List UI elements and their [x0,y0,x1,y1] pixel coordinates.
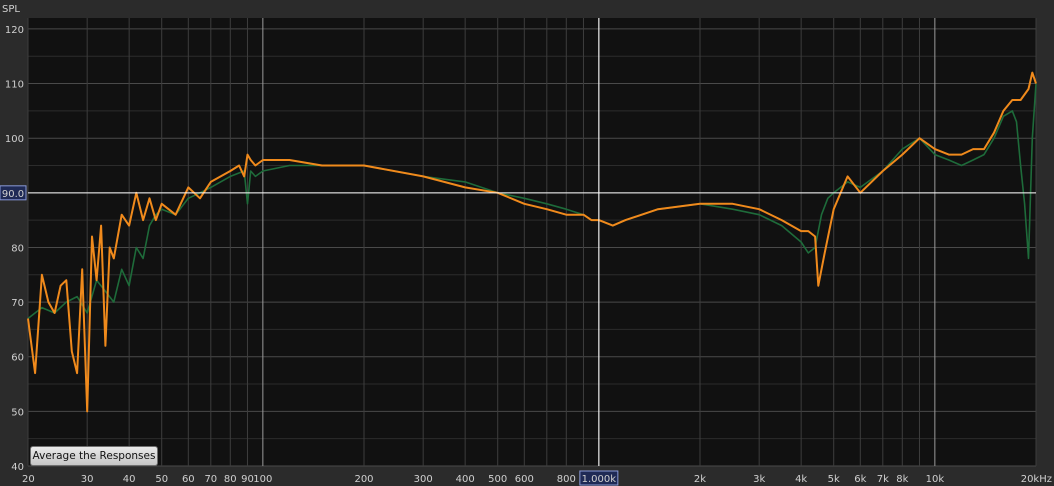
x-tick-label: 40 [123,474,136,485]
cursor-y-readout: 90.0 [2,189,24,200]
x-tick-label: 5k [828,474,840,485]
x-tick-label: 8k [896,474,908,485]
x-tick-label: 2k [694,474,706,485]
x-tick-label: 10k [926,474,945,485]
x-tick-label: 30 [81,474,94,485]
x-tick-label: 800 [557,474,576,485]
y-tick-label: 110 [5,80,24,91]
x-tick-label: 400 [456,474,475,485]
x-tick-label: 80 [224,474,237,485]
x-tick-label: 70 [204,474,217,485]
x-tick-label: 90 [241,474,254,485]
x-tick-label: 20 [22,474,35,485]
x-tick-label: 6k [854,474,866,485]
y-tick-label: 40 [11,462,24,473]
x-tick-label: 3k [753,474,765,485]
x-tick-label: 4k [795,474,807,485]
x-tick-label: 20kHz [1021,474,1052,485]
y-tick-label: 100 [5,134,24,145]
y-tick-label: 60 [11,353,24,364]
x-tick-label: 100 [253,474,272,485]
x-tick-label: 60 [182,474,195,485]
y-tick-label: 80 [11,243,24,254]
x-tick-label: 200 [354,474,373,485]
x-tick-label: 7k [877,474,889,485]
y-tick-label: 120 [5,25,24,36]
x-tick-label: 300 [414,474,433,485]
y-axis-label: SPL [2,4,20,15]
frequency-response-chart: 405060708010011012020 30 40 50 60 70 80 90 100 20… [0,4,1052,486]
x-tick-label: 50 [155,474,168,485]
x-tick-label: 500 [488,474,507,485]
x-tick-label: 600 [515,474,534,485]
plot-background [28,18,1036,466]
average-responses-button[interactable]: Average the Responses [30,446,158,466]
y-tick-label: 70 [11,298,24,309]
y-tick-label: 50 [11,407,24,418]
cursor-x-readout: 1.000k [582,474,617,485]
